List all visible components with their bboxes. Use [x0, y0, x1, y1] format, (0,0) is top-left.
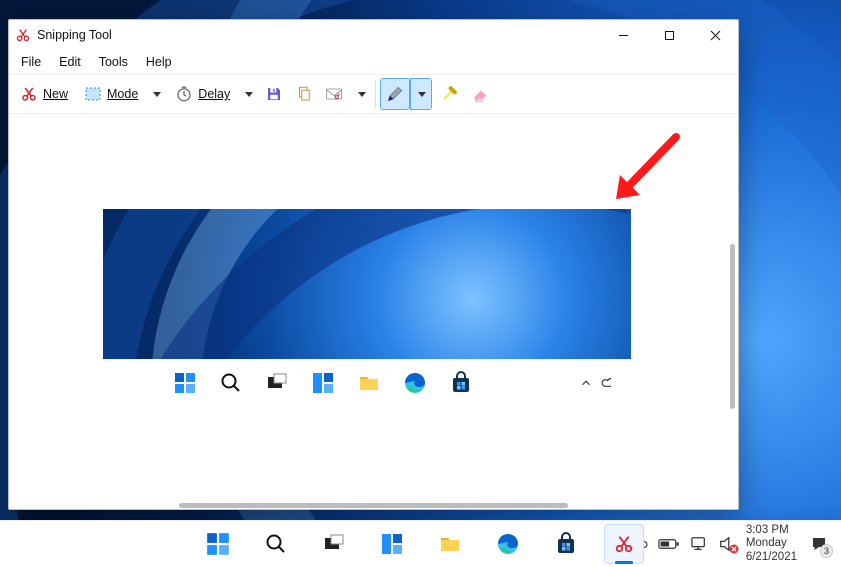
chevron-down-icon — [153, 92, 161, 97]
window-title: Snipping Tool — [37, 28, 112, 42]
snipping-tool-icon — [15, 27, 31, 43]
eraser-icon — [471, 84, 491, 104]
chevron-down-icon — [358, 92, 366, 97]
search-icon — [219, 371, 243, 395]
file-explorer-icon — [357, 371, 381, 395]
delay-dropdown[interactable] — [237, 78, 258, 110]
pen-dropdown[interactable] — [410, 78, 432, 110]
mode-button[interactable]: Mode — [77, 78, 145, 110]
delay-label: Delay — [198, 87, 230, 101]
titlebar[interactable]: Snipping Tool — [9, 20, 738, 50]
delay-button[interactable]: Delay — [168, 78, 237, 110]
clock-date: 6/21/2021 — [746, 551, 797, 564]
send-split-button[interactable] — [320, 78, 371, 110]
highlighter-icon — [439, 84, 459, 104]
clock-icon — [175, 85, 193, 103]
taskbar-center — [198, 524, 644, 564]
envelope-icon — [325, 85, 345, 103]
notification-badge: 3 — [820, 544, 833, 558]
chevron-down-icon — [418, 92, 426, 97]
store-button[interactable] — [546, 524, 586, 564]
clock-time: 3:03 PM — [746, 524, 797, 537]
rectangle-mode-icon — [84, 85, 102, 103]
onedrive-icon — [601, 376, 611, 390]
battery-tray-icon[interactable] — [658, 537, 680, 551]
save-button[interactable] — [260, 78, 288, 110]
menu-tools[interactable]: Tools — [91, 52, 136, 72]
start-button[interactable] — [198, 524, 238, 564]
chevron-down-icon — [245, 92, 253, 97]
network-tray-icon[interactable] — [690, 536, 708, 552]
menu-edit[interactable]: Edit — [51, 52, 89, 72]
highlighter-button[interactable] — [434, 78, 464, 110]
new-snip-button[interactable]: New — [13, 78, 75, 110]
eraser-button[interactable] — [466, 78, 496, 110]
pen-button[interactable] — [380, 78, 410, 110]
menu-tools-label: Tools — [99, 55, 128, 69]
copy-icon — [295, 85, 313, 103]
horizontal-scrollbar[interactable] — [179, 503, 568, 508]
start-icon — [173, 371, 197, 395]
taskview-button[interactable] — [314, 524, 354, 564]
menu-file[interactable]: File — [13, 52, 49, 72]
snip-canvas[interactable] — [9, 114, 738, 509]
send-dropdown[interactable] — [350, 78, 371, 110]
delay-split-button[interactable]: Delay — [168, 78, 258, 110]
mode-split-button[interactable]: Mode — [77, 78, 166, 110]
save-icon — [265, 85, 283, 103]
pen-split-button[interactable] — [380, 78, 432, 110]
menubar: File Edit Tools Help — [9, 50, 738, 74]
mode-dropdown[interactable] — [145, 78, 166, 110]
snipping-tool-taskbar-button[interactable] — [604, 524, 644, 564]
maximize-button[interactable] — [646, 20, 692, 50]
captured-snip — [103, 209, 631, 406]
store-icon — [449, 371, 473, 395]
edge-button[interactable] — [488, 524, 528, 564]
toolbar: New Mode Delay — [9, 74, 738, 114]
vertical-scrollbar[interactable] — [730, 244, 735, 409]
menu-file-label: File — [21, 55, 41, 69]
volume-tray-icon[interactable] — [718, 536, 736, 552]
chevron-up-icon — [579, 376, 593, 390]
snip-inner-taskbar — [103, 359, 631, 406]
menu-help[interactable]: Help — [138, 52, 180, 72]
copy-button[interactable] — [290, 78, 318, 110]
widgets-button[interactable] — [372, 524, 412, 564]
clock-day: Monday — [746, 537, 797, 550]
menu-help-label: Help — [146, 55, 172, 69]
search-button[interactable] — [256, 524, 296, 564]
host-taskbar[interactable]: 3:03 PM Monday 6/21/2021 3 — [0, 520, 841, 567]
minimize-button[interactable] — [600, 20, 646, 50]
widgets-icon — [311, 371, 335, 395]
mode-label: Mode — [107, 87, 138, 101]
taskview-icon — [265, 371, 289, 395]
new-label: New — [43, 87, 68, 101]
notifications-button[interactable]: 3 — [807, 532, 831, 556]
send-button[interactable] — [320, 78, 350, 110]
taskbar-clock[interactable]: 3:03 PM Monday 6/21/2021 — [746, 524, 797, 564]
annotation-arrow-icon — [606, 129, 686, 209]
pen-icon — [385, 84, 405, 104]
scissors-icon — [20, 85, 38, 103]
window-controls — [600, 20, 738, 50]
toolbar-separator — [375, 80, 376, 108]
file-explorer-button[interactable] — [430, 524, 470, 564]
snip-wallpaper — [103, 209, 631, 359]
close-button[interactable] — [692, 20, 738, 50]
menu-edit-label: Edit — [59, 55, 81, 69]
edge-icon — [403, 371, 427, 395]
snipping-tool-window: Snipping Tool File Edit Tools Help New — [8, 19, 739, 510]
